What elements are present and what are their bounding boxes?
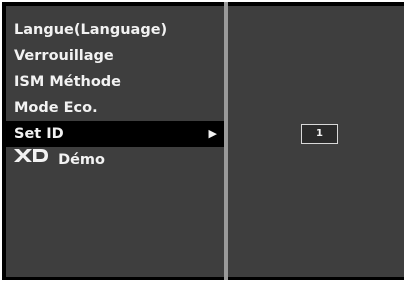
submenu-arrow-icon: ▶ (208, 127, 217, 140)
menu-item-ism-methode[interactable]: ISM Méthode (6, 69, 224, 95)
menu-item-set-id[interactable]: Set ID ▶ (6, 121, 224, 147)
menu-panel: Langue(Language) Verrouillage ISM Méthod… (6, 6, 224, 277)
menu-item-label: Mode Eco. (14, 100, 98, 116)
xd-logo-graphic (14, 149, 48, 162)
menu-item-label: Démo (58, 152, 106, 168)
menu-item-demo[interactable]: Démo (6, 147, 224, 173)
menu-list: Langue(Language) Verrouillage ISM Méthod… (6, 17, 224, 173)
xd-logo (14, 145, 48, 171)
menu-item-label: Verrouillage (14, 48, 114, 64)
menu-item-mode-eco[interactable]: Mode Eco. (6, 95, 224, 121)
menu-item-label: Set ID (14, 126, 64, 142)
menu-item-verrouillage[interactable]: Verrouillage (6, 43, 224, 69)
value-panel: 1 (228, 6, 404, 277)
menu-item-langue[interactable]: Langue(Language) (6, 17, 224, 43)
menu-item-label: Langue(Language) (14, 22, 168, 38)
menu-item-label: ISM Méthode (14, 74, 122, 90)
osd-menu: Langue(Language) Verrouillage ISM Méthod… (2, 2, 404, 280)
set-id-value-box[interactable]: 1 (301, 124, 338, 144)
